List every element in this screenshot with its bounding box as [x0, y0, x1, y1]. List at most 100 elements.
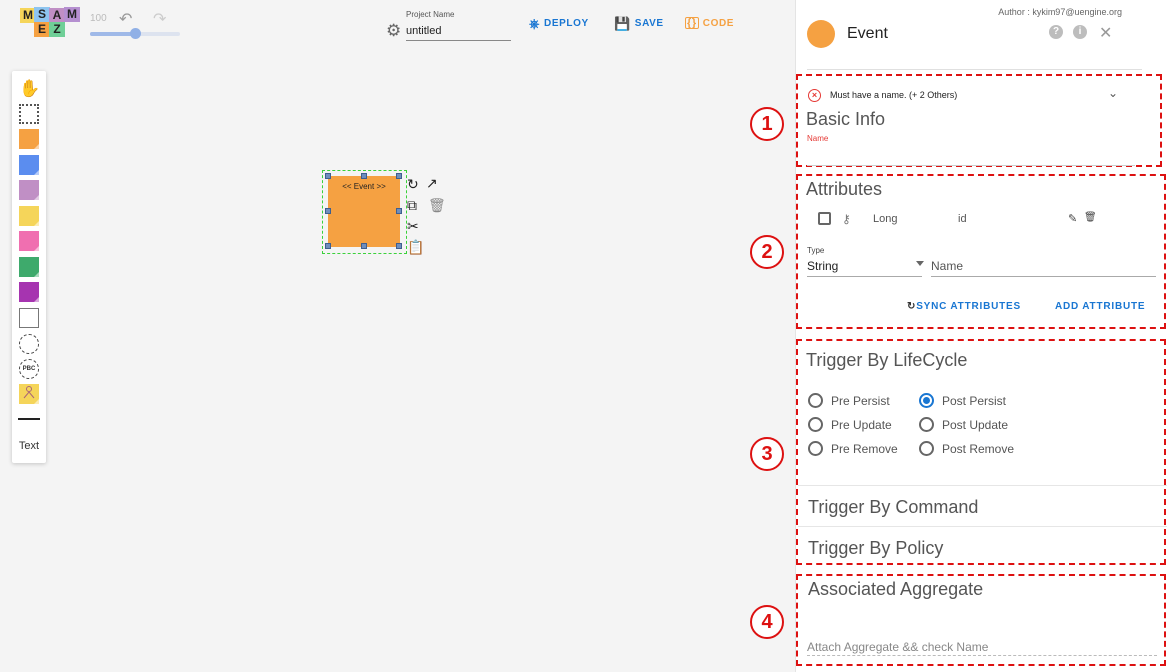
code-label: CODE — [702, 17, 735, 29]
sticker-actor-person[interactable] — [19, 384, 39, 404]
property-panel: Author : kykim97@uengine.org Event ? i ✕… — [750, 0, 1168, 672]
name-underline — [931, 276, 1156, 277]
author-text: Author : kykim97@uengine.org — [998, 7, 1122, 17]
undo-icon[interactable]: ↶ — [119, 9, 132, 29]
trigger-by-policy-title[interactable]: Trigger By Policy — [808, 538, 943, 559]
dropdown-arrow-icon[interactable] — [916, 261, 924, 266]
resize-handle[interactable] — [325, 173, 331, 179]
radio-circle — [808, 393, 823, 408]
radio-pre-remove[interactable]: Pre Remove — [808, 441, 898, 456]
edit-pencil-icon[interactable]: ✎ — [1068, 212, 1077, 225]
attribute-checkbox[interactable] — [818, 212, 831, 225]
trigger-by-command-title[interactable]: Trigger By Command — [808, 497, 978, 518]
attach-aggregate-input[interactable] — [807, 638, 1157, 656]
section-number-3: 3 — [750, 437, 784, 471]
person-icon — [23, 386, 35, 399]
close-icon[interactable]: ✕ — [1099, 23, 1112, 43]
zoom-slider-fill — [90, 32, 135, 36]
radio-post-remove[interactable]: Post Remove — [919, 441, 1014, 456]
code-button[interactable]: {} CODE — [685, 17, 734, 29]
info-icon[interactable]: i — [1073, 25, 1087, 39]
section-divider — [798, 485, 1167, 486]
type-select[interactable]: String — [807, 259, 838, 273]
attribute-name-input[interactable]: Name — [931, 259, 963, 273]
radio-post-update[interactable]: Post Update — [919, 417, 1008, 432]
chevron-down-icon[interactable]: ⌄ — [1108, 86, 1118, 100]
error-icon: × — [808, 89, 821, 102]
radio-circle — [919, 441, 934, 456]
zoom-slider[interactable] — [90, 28, 180, 39]
sticker-external[interactable] — [19, 231, 39, 251]
kubernetes-icon: ⎈ — [529, 16, 540, 31]
radio-pre-persist[interactable]: Pre Persist — [808, 393, 890, 408]
clipboard-icon[interactable]: 📋 — [407, 240, 424, 254]
trash-icon[interactable]: 🗑 — [428, 198, 446, 212]
hand-icon[interactable]: ✋ — [19, 79, 40, 99]
resize-handle[interactable] — [396, 208, 402, 214]
connector-arrow-icon[interactable]: ↗ — [426, 176, 438, 190]
sticker-palette: ✋ PBC Text — [12, 71, 46, 463]
sticker-aggregate[interactable] — [19, 180, 39, 200]
logo-letter: M — [64, 7, 80, 22]
resize-handle[interactable] — [396, 173, 402, 179]
radio-label: Post Update — [942, 417, 1009, 432]
modeling-canvas[interactable]: M S A M E Z 100 ↶ ↷ ⚙ Project Name ⎈ DEP… — [0, 0, 795, 672]
save-button[interactable]: 💾 SAVE — [614, 17, 664, 30]
key-icon: ⚷ — [842, 212, 851, 226]
type-underline — [807, 276, 922, 277]
zoom-slider-thumb[interactable] — [130, 28, 141, 39]
attribute-type: Long — [873, 213, 898, 225]
sticker-ui[interactable] — [19, 308, 39, 328]
line-icon[interactable] — [18, 418, 40, 420]
zoom-value: 100 — [90, 13, 107, 24]
code-brackets-icon: {} — [685, 17, 699, 29]
name-field[interactable] — [807, 146, 1135, 166]
text-tool[interactable]: Text — [12, 438, 46, 458]
sticker-actor[interactable] — [19, 282, 39, 302]
section-divider — [798, 526, 1167, 527]
pbc-icon[interactable]: PBC — [19, 359, 39, 379]
attribute-row: ⚷ Long id ✎ 🗑 — [818, 212, 1138, 228]
type-label: Type — [807, 246, 825, 255]
project-name-input[interactable] — [406, 21, 511, 41]
resize-handle[interactable] — [361, 173, 367, 179]
radio-pre-update[interactable]: Pre Update — [808, 417, 892, 432]
lifecycle-title: Trigger By LifeCycle — [806, 350, 968, 370]
add-attribute-button[interactable]: ADD ATTRIBUTE — [1055, 301, 1145, 312]
floppy-disk-icon: 💾 — [614, 16, 631, 31]
radio-label: Pre Persist — [831, 393, 890, 408]
radio-post-persist[interactable]: Post Persist — [919, 393, 1006, 408]
event-sticker[interactable]: << Event >> — [328, 176, 400, 247]
copy-icon[interactable]: ⧉ — [407, 198, 417, 212]
trash-icon[interactable]: 🗑 — [1084, 212, 1097, 223]
help-icon[interactable]: ? — [1049, 25, 1063, 39]
radio-label: Pre Remove — [831, 441, 898, 456]
msaez-logo[interactable]: M S A M E Z — [18, 5, 82, 39]
redo-icon[interactable]: ↷ — [153, 9, 166, 29]
sticker-event[interactable] — [19, 129, 39, 149]
validation-error: Must have a name. (+ 2 Others) — [830, 90, 958, 100]
radio-label: Pre Update — [831, 417, 892, 432]
resize-handle[interactable] — [396, 243, 402, 249]
gear-icon[interactable]: ⚙ — [386, 22, 401, 39]
radio-circle — [808, 417, 823, 432]
sticker-policy[interactable] — [19, 206, 39, 226]
associated-aggregate-title: Associated Aggregate — [808, 579, 984, 599]
sticker-view[interactable] — [19, 257, 39, 277]
radio-label: Post Remove — [942, 441, 1015, 456]
sticker-command[interactable] — [19, 155, 39, 175]
deploy-label: DEPLOY — [544, 18, 589, 29]
rotate-icon[interactable]: ↻ — [407, 177, 419, 191]
resize-handle[interactable] — [325, 243, 331, 249]
resize-handle[interactable] — [325, 208, 331, 214]
bounded-context-icon[interactable] — [19, 334, 39, 354]
attributes-section: 2 Attributes ⚷ Long id ✎ 🗑 Type String N… — [750, 174, 1166, 329]
resize-handle[interactable] — [361, 243, 367, 249]
deploy-button[interactable]: ⎈ DEPLOY — [529, 17, 589, 30]
section-number-4: 4 — [750, 605, 784, 639]
lasso-select-icon[interactable] — [19, 104, 39, 124]
scissors-icon[interactable]: ✂ — [407, 219, 419, 233]
attribute-name: id — [958, 213, 967, 225]
project-name-label: Project Name — [406, 10, 455, 19]
sync-attributes-button[interactable]: ↻SYNC ATTRIBUTES — [907, 301, 1021, 312]
